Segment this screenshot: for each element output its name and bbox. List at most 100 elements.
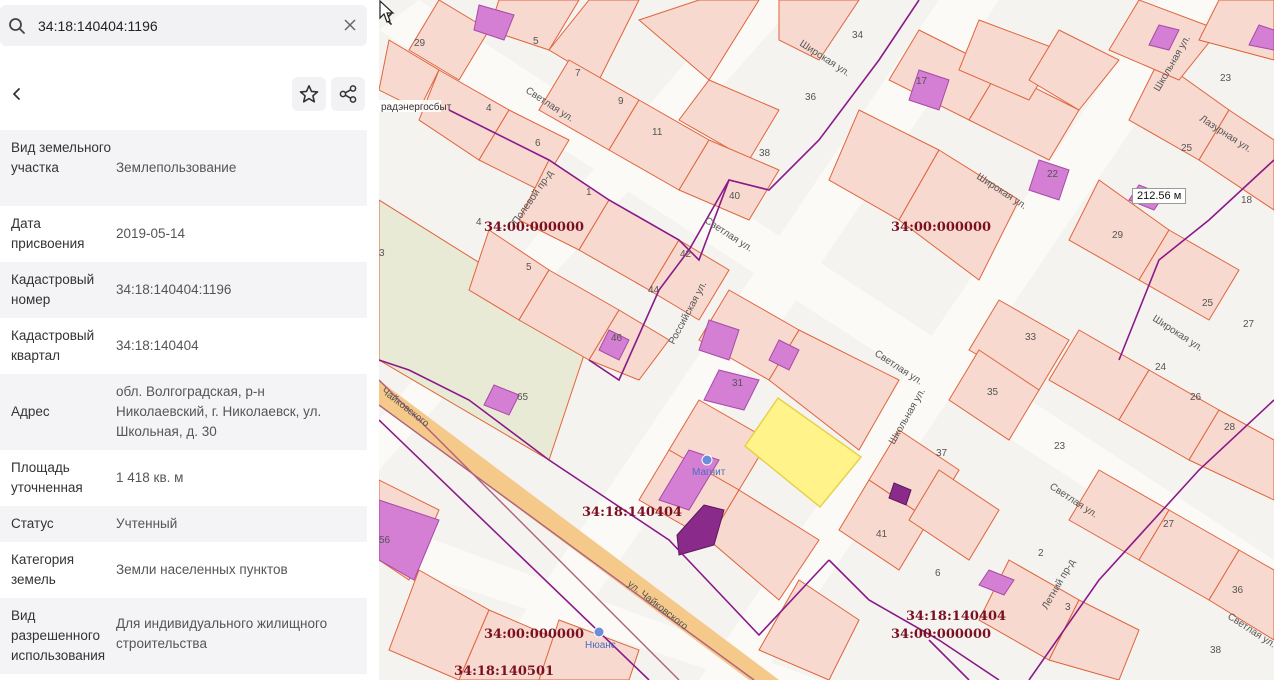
plot-number: 4 <box>476 217 482 228</box>
plot-number: 35 <box>987 387 999 398</box>
favorite-button[interactable] <box>292 77 326 111</box>
shop-icon <box>593 626 605 638</box>
plot-number: 7 <box>575 68 581 79</box>
quarter-label: 34:00:000000 <box>484 627 584 642</box>
plot-number: 26 <box>1190 392 1202 403</box>
plot-number: 6 <box>935 568 941 579</box>
property-row-address: Адрес обл. Волгоградская, р-н Николаевски… <box>0 374 367 450</box>
plot-number: 17 <box>916 76 928 87</box>
plot-number: 46 <box>611 333 623 344</box>
card-toolbar <box>0 74 367 114</box>
plot-number: 18 <box>1241 195 1253 206</box>
poi-label: Магнит <box>692 467 726 478</box>
plot-number: 11 <box>652 127 663 138</box>
plot-number: 6 <box>535 138 541 149</box>
search-icon <box>9 17 25 34</box>
close-icon <box>344 19 356 31</box>
property-key: Вид разрешенного использования <box>11 608 106 663</box>
property-value: 34:18:140404 <box>116 338 199 353</box>
plot-number: 3 <box>379 248 385 259</box>
quarter-label: 34:18:140404 <box>906 609 1006 624</box>
plot-number: 28 <box>1224 422 1236 433</box>
property-value: 1 418 кв. м <box>116 470 184 485</box>
quarter-label: 34:18:140501 <box>454 664 554 679</box>
map-canvas[interactable]: 34:00:000000 34:00:000000 34:18:140404 3… <box>379 0 1274 680</box>
plot-number: 27 <box>1243 319 1255 330</box>
property-key: Категория земель <box>11 552 75 587</box>
plot-number: 36 <box>805 92 817 103</box>
plot-number: 36 <box>1232 585 1244 596</box>
plot-number: 23 <box>1054 441 1066 452</box>
plot-number: 24 <box>1155 362 1167 373</box>
property-value: Для индивидуального жилищного строительс… <box>116 616 328 651</box>
property-row-date: Дата присвоения 2019-05-14 <box>0 206 367 262</box>
plot-number: 37 <box>936 448 948 459</box>
plot-number: 27 <box>1163 519 1175 530</box>
plot-number: 42 <box>680 249 692 260</box>
plot-number: 38 <box>1210 645 1222 656</box>
plot-number: 44 <box>648 285 660 296</box>
cursor-icon <box>379 0 395 23</box>
plot-number: 4 <box>486 103 492 114</box>
plot-number: 56 <box>379 535 391 546</box>
cadastral-map[interactable]: 34:00:000000 34:00:000000 34:18:140404 3… <box>379 0 1274 680</box>
property-value: 34:18:140404:1196 <box>116 282 232 297</box>
info-panel: Вид земельного участка Землепользование Д… <box>0 0 380 680</box>
share-icon <box>339 85 357 103</box>
property-row-cadastral-number: Кадастровый номер 34:18:140404:1196 <box>0 262 367 318</box>
plot-number: 23 <box>1220 73 1232 84</box>
plot-number: 31 <box>732 378 744 389</box>
search-bar[interactable] <box>0 5 367 46</box>
street-label: Широкая ул. <box>1150 313 1204 354</box>
share-button[interactable] <box>331 77 365 111</box>
plot-number: 34 <box>852 30 864 41</box>
chevron-left-icon <box>13 88 20 100</box>
property-key: Вид земельного участка <box>11 140 112 175</box>
plot-number: 25 <box>1181 143 1193 154</box>
quarter-label: 34:00:000000 <box>891 220 991 235</box>
property-key: Площадь уточненная <box>11 460 83 495</box>
property-row-area: Площадь уточненная 1 418 кв. м <box>0 450 367 506</box>
property-key: Кадастровый номер <box>11 272 95 307</box>
poi-label: радэнергосбыт <box>381 101 452 113</box>
property-row-category: Категория земель Земли населенных пунктов <box>0 542 367 598</box>
quarter-label: 34:00:000000 <box>891 627 991 642</box>
shop-icon <box>701 454 713 466</box>
property-value: Учтенный <box>116 516 178 531</box>
plot-number: 29 <box>414 38 426 49</box>
measure-tooltip: 212.56 м <box>1132 188 1187 204</box>
quarter-label: 34:18:140404 <box>582 505 682 520</box>
property-row-permitted-use: Вид разрешенного использования Для индиви… <box>0 598 367 674</box>
property-row-land-type: Вид земельного участка Землепользование <box>0 130 367 206</box>
plot-number: 5 <box>533 36 539 47</box>
plot-number: 25 <box>1202 298 1214 309</box>
property-value: Земли населенных пунктов <box>116 562 288 577</box>
star-icon <box>299 84 319 103</box>
property-key: Дата присвоения <box>11 216 85 251</box>
property-row-status: Статус Учтенный <box>0 506 367 542</box>
property-value: обл. Волгоградская, р-н Николаевский, г.… <box>116 384 322 439</box>
plot-number: 38 <box>759 148 771 159</box>
plot-number: 3 <box>1065 602 1071 613</box>
clear-search-button[interactable] <box>341 16 359 34</box>
property-row-cadastral-quarter: Кадастровый квартал 34:18:140404 <box>0 318 367 374</box>
plot-number: 65 <box>517 392 529 403</box>
property-key: Адрес <box>11 404 50 419</box>
plot-number: 33 <box>1025 332 1037 343</box>
back-button[interactable] <box>0 77 34 111</box>
plot-number: 2 <box>1038 548 1044 559</box>
plot-number: 1 <box>586 187 592 198</box>
property-key: Статус <box>11 516 54 531</box>
property-list: Вид земельного участка Землепользование Д… <box>0 130 367 674</box>
plot-number: 22 <box>1047 169 1059 180</box>
plot-number: 5 <box>526 262 532 273</box>
search-input[interactable] <box>38 17 328 34</box>
plot-number: 41 <box>876 529 888 540</box>
plot-number: 29 <box>1112 230 1124 241</box>
property-key: Кадастровый квартал <box>11 328 95 363</box>
poi-label: Нюанс <box>585 640 616 651</box>
plot-number: 40 <box>729 191 741 202</box>
property-value: 2019-05-14 <box>116 226 186 241</box>
plot-number: 9 <box>618 96 624 107</box>
quarter-label: 34:00:000000 <box>484 220 584 235</box>
